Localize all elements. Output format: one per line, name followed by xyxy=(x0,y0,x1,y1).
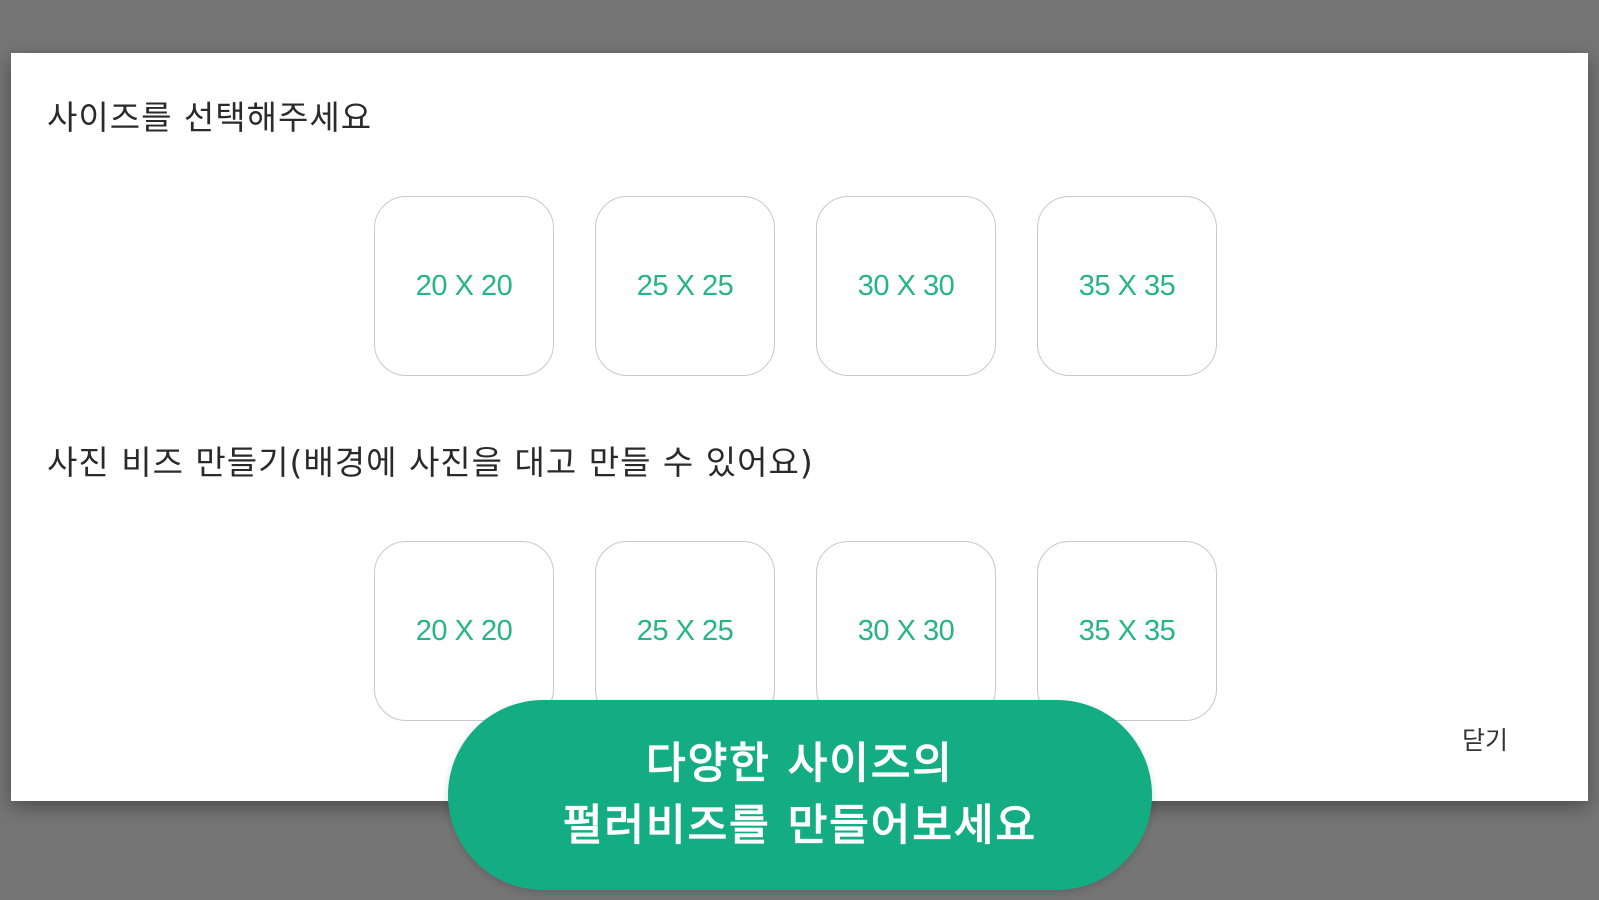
promo-banner-line-2: 펄러비즈를 만들어보세요 xyxy=(562,801,1038,851)
photo-beads-section-title: 사진 비즈 만들기(배경에 사진을 대고 만들 수 있어요) xyxy=(47,443,814,482)
size-option-35[interactable]: 35 X 35 xyxy=(1037,196,1217,376)
photo-size-option-20[interactable]: 20 X 20 xyxy=(374,541,554,721)
size-option-label: 35 X 35 xyxy=(1078,614,1176,647)
size-option-label: 30 X 30 xyxy=(857,269,955,302)
photo-size-option-30[interactable]: 30 X 30 xyxy=(816,541,996,721)
size-option-20[interactable]: 20 X 20 xyxy=(374,196,554,376)
size-option-label: 20 X 20 xyxy=(415,614,513,647)
size-option-25[interactable]: 25 X 25 xyxy=(595,196,775,376)
promo-banner: 다양한 사이즈의 펄러비즈를 만들어보세요 xyxy=(448,700,1152,890)
size-option-label: 25 X 25 xyxy=(636,614,734,647)
size-select-modal: 사이즈를 선택해주세요 20 X 20 25 X 25 30 X 30 35 X… xyxy=(11,53,1588,801)
size-section-title: 사이즈를 선택해주세요 xyxy=(47,98,373,137)
size-option-30[interactable]: 30 X 30 xyxy=(816,196,996,376)
photo-size-options-row: 20 X 20 25 X 25 30 X 30 35 X 35 xyxy=(374,541,1217,721)
close-button[interactable]: 닫기 xyxy=(1462,721,1508,757)
photo-size-option-25[interactable]: 25 X 25 xyxy=(595,541,775,721)
size-option-label: 30 X 30 xyxy=(857,614,955,647)
size-option-label: 20 X 20 xyxy=(415,269,513,302)
photo-size-option-35[interactable]: 35 X 35 xyxy=(1037,541,1217,721)
promo-banner-line-1: 다양한 사이즈의 xyxy=(646,738,954,789)
size-options-row: 20 X 20 25 X 25 30 X 30 35 X 35 xyxy=(374,196,1217,376)
size-option-label: 35 X 35 xyxy=(1078,269,1176,302)
size-option-label: 25 X 25 xyxy=(636,269,734,302)
